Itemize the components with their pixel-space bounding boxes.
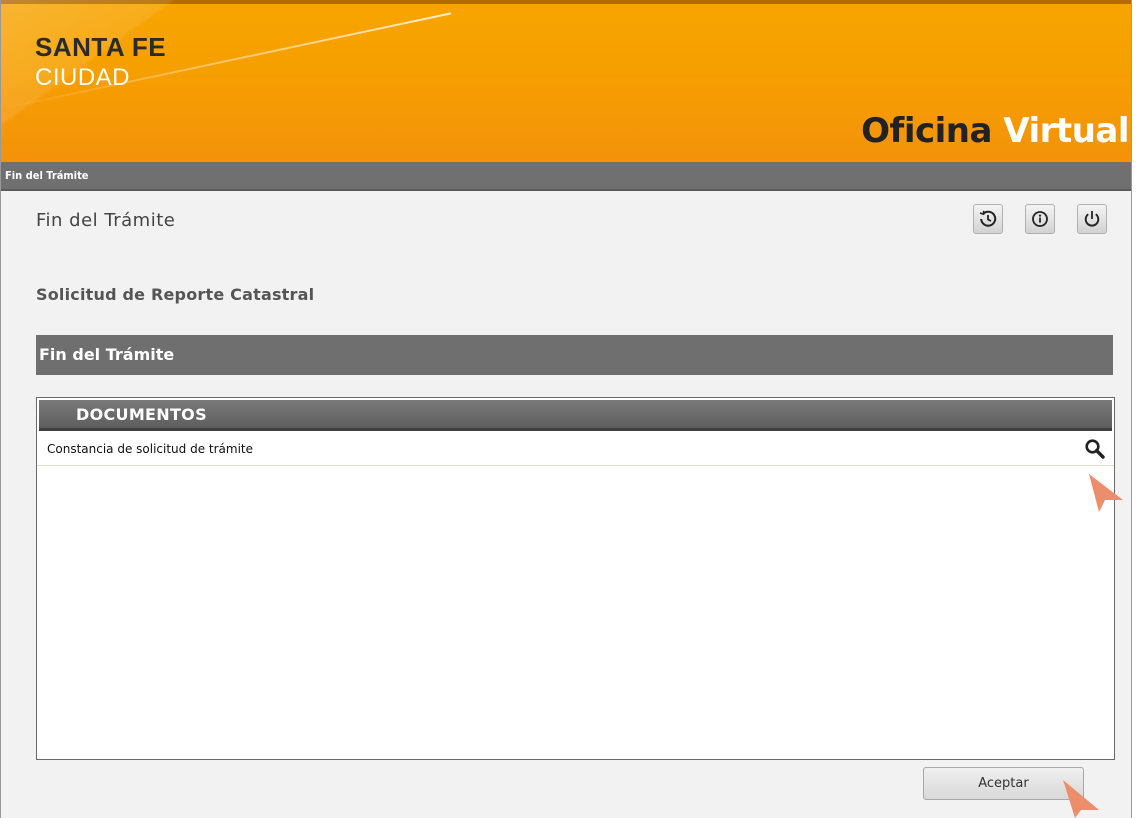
- brand-oficina-virtual: Oficina Virtual: [861, 114, 1129, 148]
- documents-header: DOCUMENTOS: [39, 400, 1112, 431]
- documents-panel: DOCUMENTOS Constancia de solicitud de tr…: [36, 397, 1115, 760]
- section-title: Fin del Trámite: [39, 345, 175, 364]
- documents-header-label: DOCUMENTOS: [76, 405, 207, 424]
- view-document-button[interactable]: [1084, 438, 1106, 460]
- document-row: Constancia de solicitud de trámite: [37, 431, 1114, 466]
- logo-ciudad: CIUDAD: [35, 64, 131, 91]
- search-icon: [1085, 439, 1105, 459]
- logout-button[interactable]: [1077, 204, 1107, 234]
- breadcrumb-label: Fin del Trámite: [5, 169, 89, 182]
- history-icon: [979, 210, 997, 227]
- logo-santa-fe: SANTA FE: [35, 32, 167, 62]
- power-icon: [1084, 211, 1100, 227]
- breadcrumb: Fin del Trámite: [1, 162, 1131, 191]
- header-banner: SANTA FE CIUDAD Oficina Virtual: [1, 0, 1131, 162]
- brand-word-virtual: Virtual: [1003, 111, 1129, 151]
- accept-button[interactable]: Aceptar: [923, 767, 1084, 800]
- page-frame: SANTA FE CIUDAD Oficina Virtual Fin del …: [0, 0, 1132, 818]
- procedure-subtitle: Solicitud de Reporte Catastral: [36, 285, 315, 304]
- info-icon: [1032, 211, 1048, 227]
- document-label: Constancia de solicitud de trámite: [47, 442, 254, 456]
- history-button[interactable]: [973, 204, 1003, 234]
- info-button[interactable]: [1025, 204, 1055, 234]
- page-title: Fin del Trámite: [36, 210, 176, 231]
- section-header: Fin del Trámite: [36, 335, 1113, 375]
- brand-word-oficina: Oficina: [861, 111, 992, 151]
